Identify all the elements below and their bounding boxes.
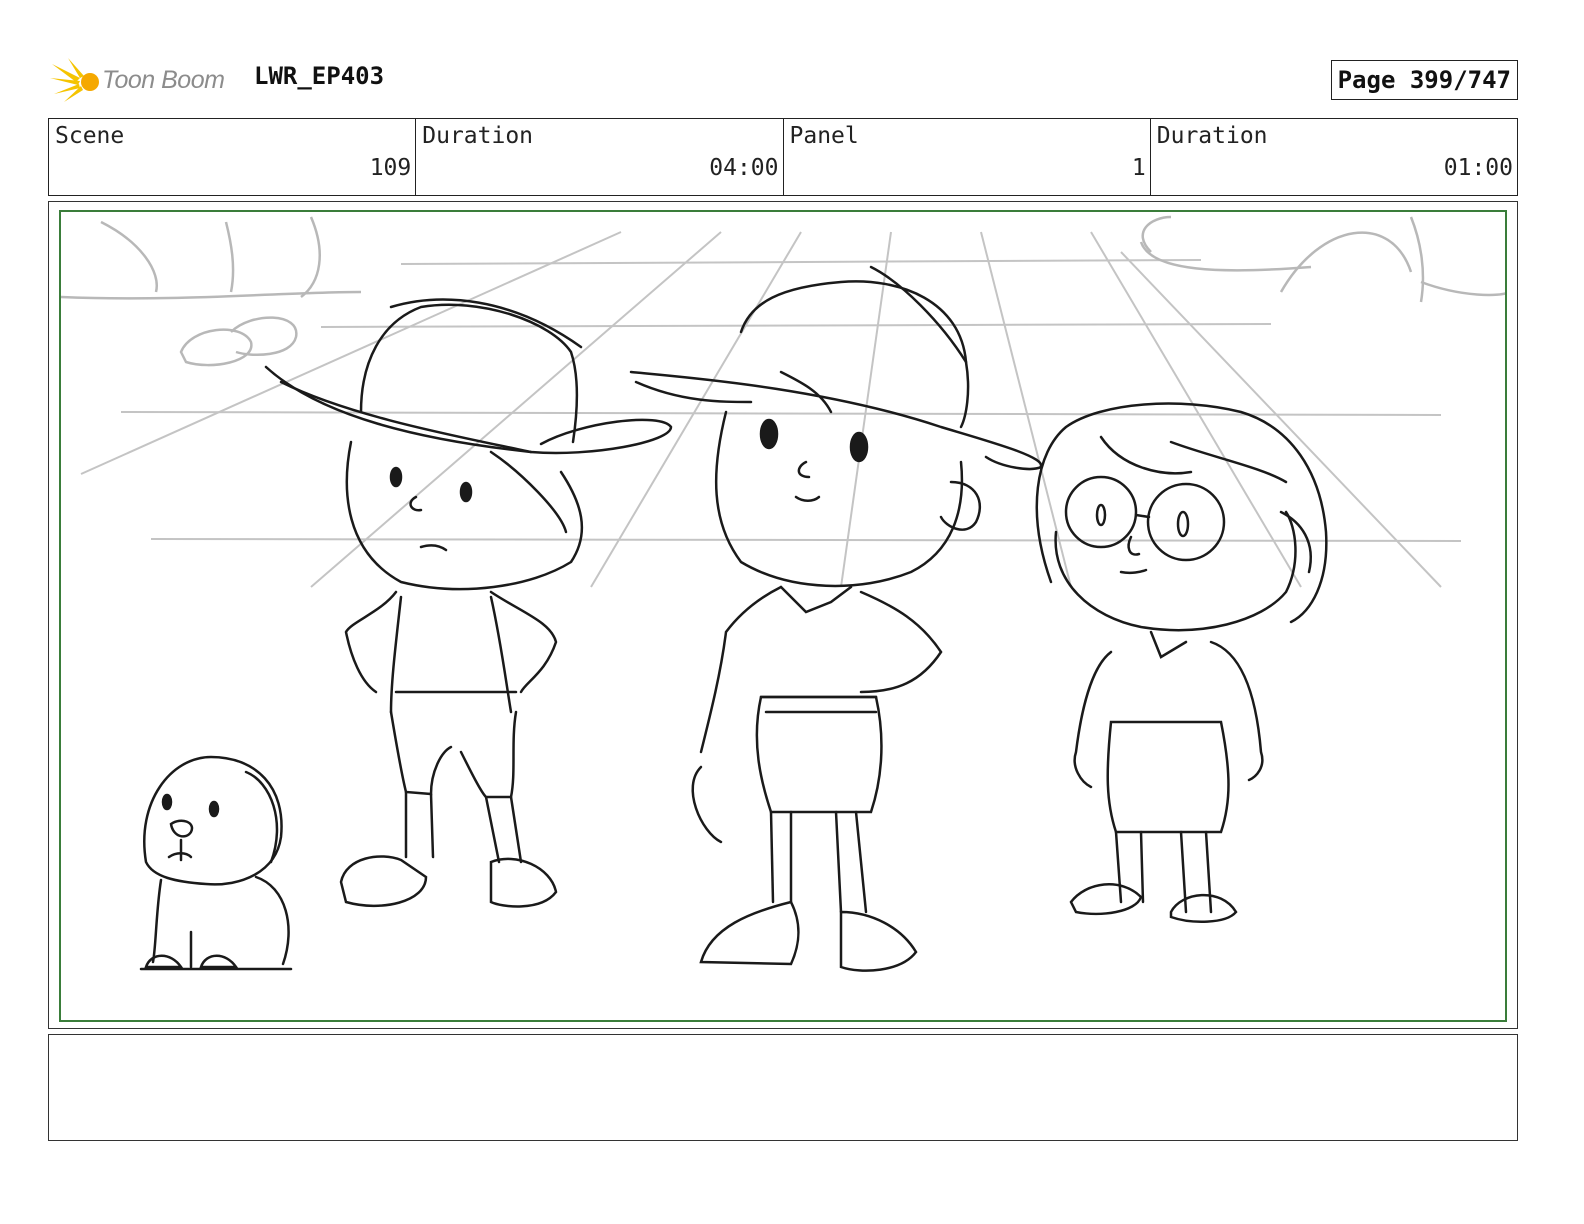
scene-value: 109 bbox=[369, 155, 412, 181]
panel-cell: Panel 1 bbox=[784, 119, 1151, 195]
scene-label: Scene bbox=[55, 123, 125, 149]
kid-right-character bbox=[1035, 402, 1328, 923]
panel-notes-box bbox=[48, 1034, 1518, 1141]
toon-boom-logo: Toon Boom bbox=[50, 56, 240, 106]
page-indicator: Page 399/747 bbox=[1330, 60, 1518, 100]
panel-duration-label: Duration bbox=[1156, 123, 1268, 149]
kid-center-character bbox=[629, 265, 1043, 972]
dog-character bbox=[139, 755, 293, 971]
panel-value: 1 bbox=[1131, 155, 1146, 181]
storyboard-header: Toon Boom LWR_EP403 Page 399/747 bbox=[50, 56, 1520, 106]
panel-duration-value: 01:00 bbox=[1443, 155, 1513, 181]
logo-text: Toon Boom bbox=[102, 66, 225, 94]
panel-label: Panel bbox=[789, 123, 859, 149]
starburst-icon bbox=[50, 58, 99, 102]
panel-frame bbox=[48, 201, 1518, 1029]
project-title: LWR_EP403 bbox=[254, 62, 385, 90]
panel-image-area bbox=[59, 210, 1507, 1022]
scene-info-row: Scene 109 Duration 04:00 Panel 1 Duratio… bbox=[48, 118, 1518, 196]
kid-left-character bbox=[264, 298, 673, 908]
scene-duration-value: 04:00 bbox=[709, 155, 779, 181]
panel-duration-cell: Duration 01:00 bbox=[1151, 119, 1517, 195]
scene-duration-cell: Duration 04:00 bbox=[416, 119, 784, 195]
background-grid bbox=[80, 231, 1462, 588]
sketch-drawing bbox=[61, 215, 1505, 972]
scene-duration-label: Duration bbox=[422, 123, 534, 149]
background-shapes bbox=[61, 215, 1505, 367]
scene-cell: Scene 109 bbox=[49, 119, 417, 195]
